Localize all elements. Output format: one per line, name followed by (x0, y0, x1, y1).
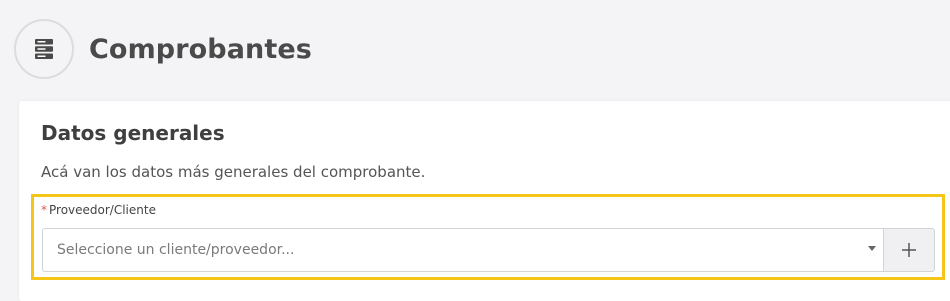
server-stack-icon (35, 39, 53, 59)
caret-down-icon (868, 246, 876, 251)
card-title: Datos generales (41, 121, 225, 145)
page-title: Comprobantes (89, 33, 312, 65)
add-provider-button[interactable] (883, 228, 935, 272)
page-header: Comprobantes (14, 18, 312, 80)
card-subtitle: Acá van los datos más generales del comp… (41, 163, 426, 181)
header-icon-container (14, 19, 74, 79)
required-mark: * (41, 203, 47, 217)
provider-client-label: * Proveedor/Cliente (41, 203, 156, 217)
plus-icon (902, 243, 916, 257)
select-placeholder: Seleccione un cliente/proveedor... (57, 242, 295, 258)
provider-client-select[interactable]: Seleccione un cliente/proveedor... (42, 228, 884, 272)
field-label-text: Proveedor/Cliente (49, 203, 156, 217)
